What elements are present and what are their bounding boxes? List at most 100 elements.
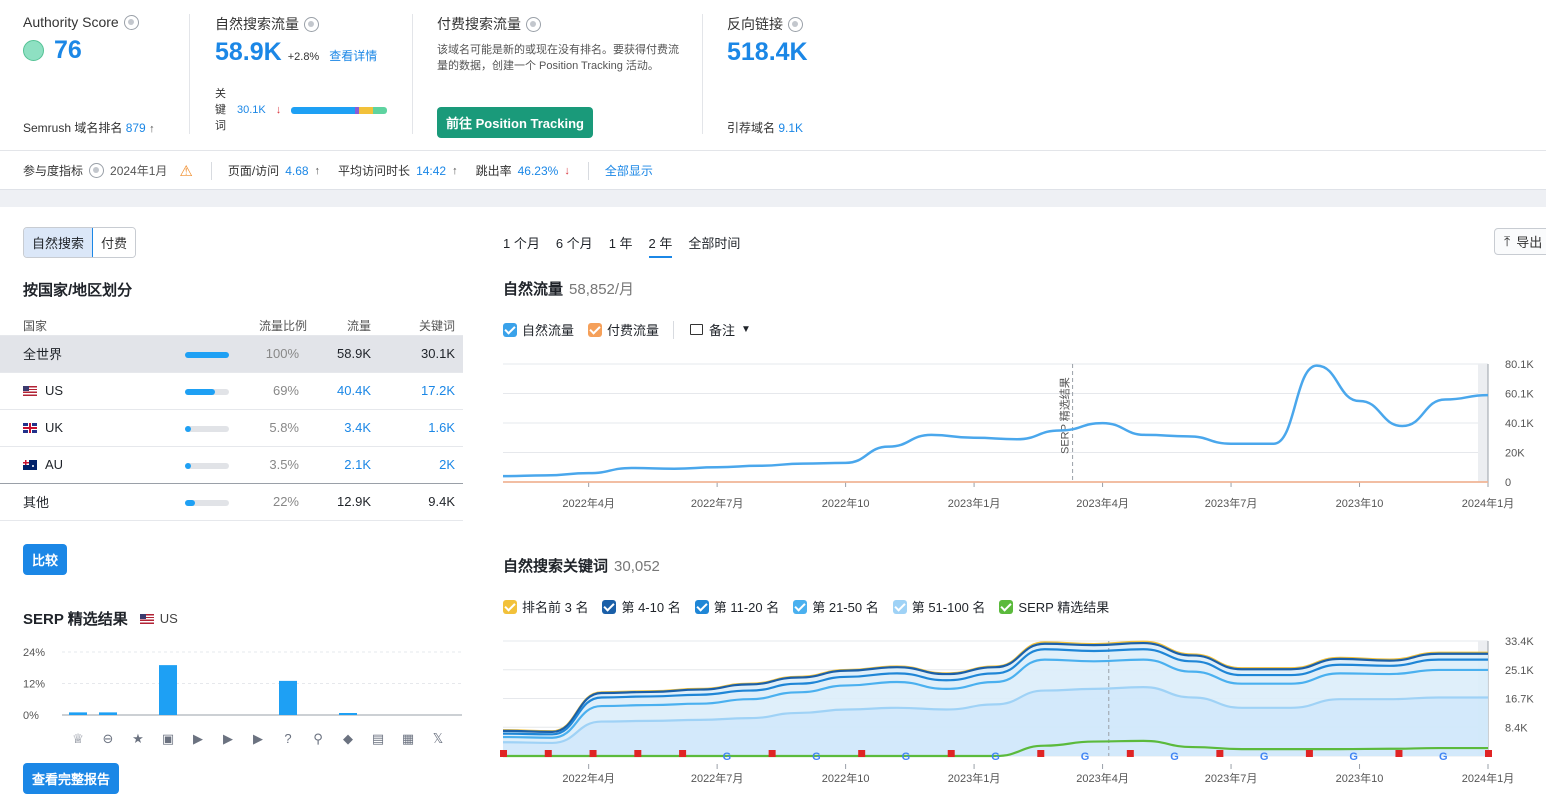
legend-item[interactable]: 排名前 3 名 bbox=[503, 597, 588, 616]
organic-traffic-value[interactable]: 58.9K bbox=[215, 38, 282, 67]
backlinks-value[interactable]: 518.4K bbox=[727, 38, 808, 67]
table-row[interactable]: AU 3.5% 2.1K 2K bbox=[0, 445, 463, 483]
checkbox-icon[interactable] bbox=[588, 322, 603, 337]
period-option[interactable]: 1 年 bbox=[609, 233, 633, 258]
twitter-icon: 𝕏 bbox=[433, 731, 443, 746]
chevron-down-icon: ▼ bbox=[741, 324, 751, 335]
tab-organic[interactable]: 自然搜索 bbox=[24, 228, 94, 257]
x-tick-label: 2022年4月 bbox=[562, 771, 615, 785]
checkbox-icon[interactable] bbox=[793, 599, 808, 614]
referring-domains: 引荐域名 9.1K bbox=[727, 121, 804, 135]
show-all-link[interactable]: 全部显示 bbox=[605, 162, 653, 179]
tab-paid[interactable]: 付费 bbox=[93, 228, 136, 257]
checkbox-icon[interactable] bbox=[999, 599, 1014, 614]
au-flag-icon bbox=[23, 460, 37, 470]
period-option[interactable]: 全部时间 bbox=[688, 233, 740, 258]
period-option[interactable]: 1 个月 bbox=[503, 233, 540, 258]
period-option[interactable]: 6 个月 bbox=[556, 233, 593, 258]
referring-domains-value[interactable]: 9.1K bbox=[778, 121, 803, 135]
table-row[interactable]: 其他 22% 12.9K 9.4K bbox=[0, 482, 463, 521]
bounce-rate-value: 46.23% bbox=[517, 163, 559, 178]
column-header-keywords[interactable]: 关键词 bbox=[379, 317, 463, 335]
column-header-share[interactable]: 流量比例 bbox=[185, 317, 307, 335]
table-row[interactable]: US 69% 40.4K 17.2K bbox=[0, 371, 463, 409]
google-update-icon: G bbox=[723, 751, 732, 763]
table-row[interactable]: UK 5.8% 3.4K 1.6K bbox=[0, 408, 463, 446]
legend-organic-traffic[interactable]: 自然流量 bbox=[503, 320, 574, 339]
column-header-country[interactable]: 国家 bbox=[0, 317, 185, 335]
y-tick-label: 80.1K bbox=[1505, 359, 1534, 371]
us-flag-icon bbox=[23, 386, 37, 396]
legend-item[interactable]: 第 11-20 名 bbox=[694, 597, 779, 616]
view-details-link[interactable]: 查看详情 bbox=[329, 47, 377, 64]
upload-icon: ⤒ bbox=[1504, 233, 1511, 249]
organic-traffic-change: +2.8% bbox=[287, 51, 320, 63]
organic-traffic-title: 自然搜索流量 bbox=[215, 16, 299, 32]
jobs-icon: ▦ bbox=[402, 731, 414, 746]
share-bar bbox=[185, 462, 229, 469]
keywords-distribution-bar bbox=[291, 106, 388, 114]
info-icon[interactable] bbox=[123, 14, 139, 30]
x-tick-label: 2022年7月 bbox=[691, 496, 744, 510]
y-tick-label: 0% bbox=[23, 710, 39, 722]
organic-traffic-chart: 80.1K 60.1K 40.1K 20K 0 2022年4月 2022年7月 2022年10… bbox=[502, 359, 1534, 510]
google-update-icon: G bbox=[1260, 751, 1269, 763]
series-line bbox=[502, 364, 1489, 478]
flag-marker-icon bbox=[1126, 750, 1134, 757]
export-button[interactable]: ⤒ 导出 bbox=[1494, 228, 1546, 255]
serp-features-title: SERP 精选结果 bbox=[23, 611, 128, 628]
notes-dropdown[interactable]: 备注 ▼ bbox=[690, 320, 751, 339]
checkbox-icon[interactable] bbox=[503, 322, 517, 337]
checkbox-icon[interactable] bbox=[503, 599, 517, 614]
view-full-report-button[interactable]: 查看完整报告 bbox=[23, 763, 120, 794]
warning-icon[interactable]: ⚠ bbox=[179, 162, 192, 180]
traffic-chart-title: 自然流量 bbox=[503, 281, 564, 298]
legend-item[interactable]: 第 4-10 名 bbox=[602, 597, 681, 616]
period-option[interactable]: 2 年 bbox=[648, 233, 673, 258]
featured-snippet-icon: ♕ bbox=[72, 731, 84, 746]
serp-features-header: SERP 精选结果 US bbox=[23, 608, 178, 629]
flag-marker-icon bbox=[1395, 750, 1403, 757]
checkbox-icon[interactable] bbox=[892, 599, 907, 614]
info-icon[interactable] bbox=[304, 16, 319, 32]
y-tick-label: 40.1K bbox=[1505, 418, 1534, 430]
info-icon[interactable] bbox=[89, 163, 105, 178]
traffic-chart-value: 58,852/月 bbox=[569, 281, 635, 298]
y-tick-label: 33.4K bbox=[1505, 636, 1534, 648]
legend-paid-traffic[interactable]: 付费流量 bbox=[588, 320, 659, 339]
x-tick-label: 2022年4月 bbox=[562, 496, 615, 510]
engagement-bar: 参与度指标 2024年1月 ⚠ 页面/访问 4.68 ↑ 平均访问时长 14:4… bbox=[0, 150, 1546, 190]
y-tick-label: 0 bbox=[1505, 477, 1511, 489]
semrush-rank-value[interactable]: 879 bbox=[126, 121, 146, 135]
keywords-chart-value: 30,052 bbox=[614, 558, 660, 575]
google-update-icon: G bbox=[1349, 751, 1358, 763]
traffic-overview-card: 自然搜索 付费 按国家/地区划分 国家 流量比例 流量 关键词 全世界 100%… bbox=[0, 207, 1546, 810]
y-tick-label: 60.1K bbox=[1505, 389, 1534, 401]
geo-title: 按国家/地区划分 bbox=[23, 282, 133, 299]
compare-button[interactable]: 比较 bbox=[23, 544, 68, 575]
organic-keywords: 关键词 30.1K ↓ bbox=[215, 86, 388, 134]
flag-marker-icon bbox=[768, 750, 776, 757]
bar bbox=[99, 712, 117, 715]
backlinks-metric: 反向链接 518.4K bbox=[727, 14, 808, 67]
forecast-band bbox=[1478, 364, 1488, 482]
x-tick-label: 2023年10 bbox=[1336, 496, 1384, 510]
info-icon[interactable] bbox=[788, 16, 803, 32]
checkbox-icon[interactable] bbox=[602, 599, 617, 614]
flag-marker-icon bbox=[634, 750, 642, 757]
flag-marker-icon bbox=[858, 750, 866, 757]
position-tracking-button[interactable]: 前往 Position Tracking bbox=[437, 107, 593, 138]
flag-marker-icon bbox=[947, 750, 955, 757]
serp-country: US bbox=[159, 611, 178, 626]
legend-item[interactable]: SERP 精选结果 bbox=[999, 597, 1109, 616]
legend-item[interactable]: 第 21-50 名 bbox=[793, 597, 879, 616]
keywords-value[interactable]: 30.1K bbox=[237, 104, 266, 116]
column-header-traffic[interactable]: 流量 bbox=[307, 317, 379, 335]
table-row[interactable]: 全世界 100% 58.9K 30.1K bbox=[0, 334, 463, 372]
authority-score-circle-icon bbox=[23, 40, 44, 61]
legend-item[interactable]: 第 51-100 名 bbox=[892, 597, 985, 616]
checkbox-icon[interactable] bbox=[694, 599, 709, 614]
info-icon[interactable] bbox=[526, 16, 541, 32]
divider bbox=[189, 14, 190, 134]
sitelinks-icon: ⊖ bbox=[103, 731, 114, 746]
